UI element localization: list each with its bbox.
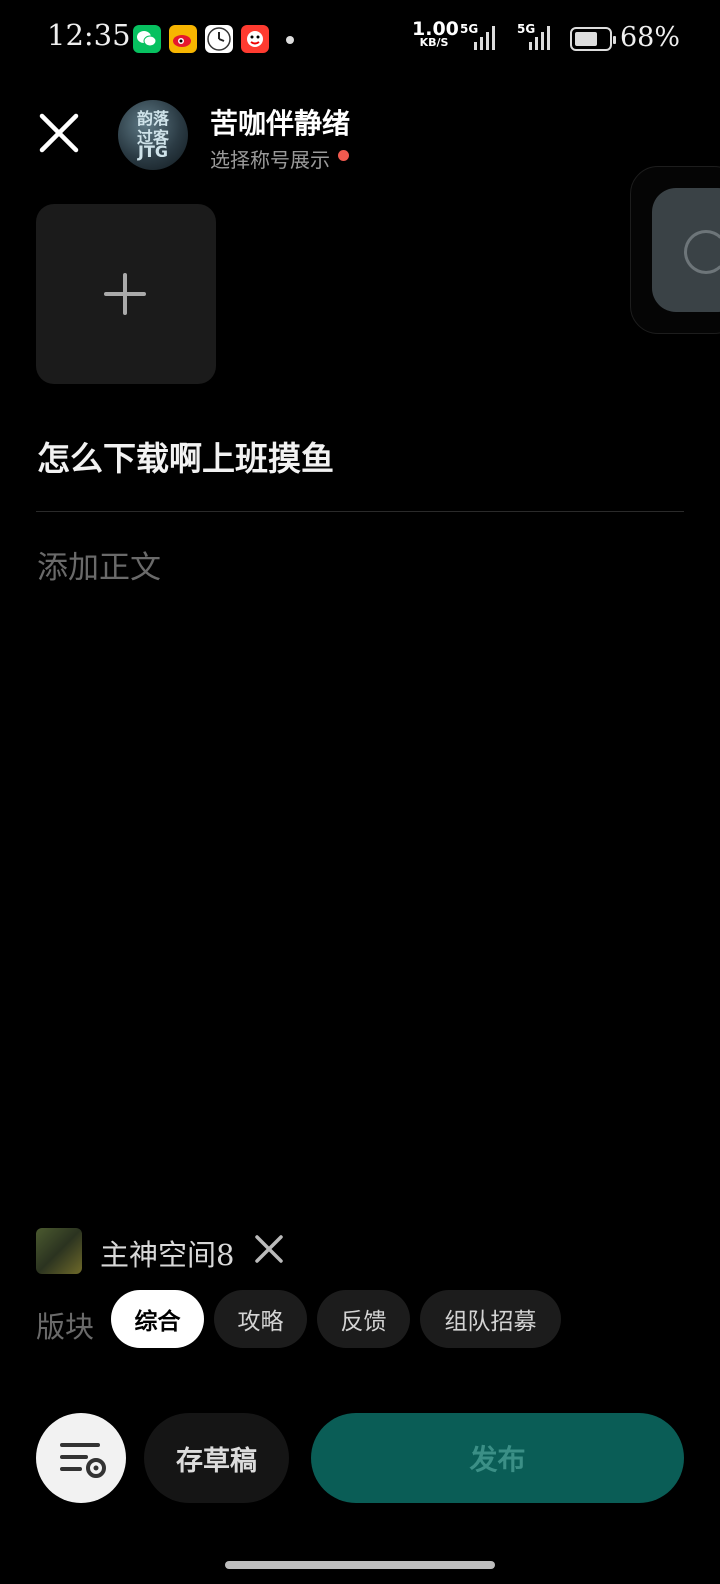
section-tab-feedback[interactable]: 反馈	[317, 1290, 410, 1348]
new-badge-dot	[338, 150, 349, 161]
signal-5g-icon: 5G	[515, 22, 553, 54]
post-title-input[interactable]: 怎么下载啊上班摸鱼	[37, 432, 334, 480]
remove-channel-button[interactable]	[254, 1234, 284, 1264]
section-tab-guides[interactable]: 攻略	[214, 1290, 307, 1348]
wechat-icon	[133, 25, 161, 53]
divider	[36, 511, 684, 512]
post-body-input[interactable]: 添加正文	[37, 542, 161, 587]
avatar[interactable]: 韵落 过客 JTG	[118, 100, 188, 170]
loading-ring-icon	[684, 230, 720, 274]
plus-icon	[123, 273, 127, 315]
net-speed: 1.00 KB/S	[412, 18, 459, 50]
choose-title-link[interactable]: 选择称号展示	[210, 144, 330, 173]
home-indicator[interactable]	[225, 1561, 495, 1569]
battery-icon	[570, 27, 616, 51]
close-icon	[255, 1235, 283, 1263]
username: 苦咖伴静绪	[210, 107, 351, 140]
status-time: 12:35	[47, 18, 131, 52]
publish-button[interactable]: 发布	[311, 1413, 684, 1503]
section-label: 版块	[36, 1310, 95, 1344]
close-button[interactable]	[38, 112, 80, 154]
battery-percent: 68%	[620, 22, 681, 53]
more-notifications-dot	[286, 36, 294, 44]
settings-list-icon	[60, 1443, 106, 1478]
section-tab-team-recruit[interactable]: 组队招募	[420, 1290, 561, 1348]
clock-app-icon	[205, 25, 233, 53]
channel-name[interactable]: 主神空间8	[100, 1232, 234, 1274]
section-tab-general[interactable]: 综合	[111, 1290, 204, 1348]
signal-5g-icon: 5G	[460, 22, 498, 54]
channel-icon	[36, 1228, 82, 1274]
weibo-icon	[169, 25, 197, 53]
game-app-icon	[241, 25, 269, 53]
save-draft-button[interactable]: 存草稿	[144, 1413, 289, 1503]
close-icon	[39, 113, 79, 153]
status-bar: 12:35 1.00 KB/S 5G 5G 68%	[0, 0, 720, 80]
post-settings-button[interactable]	[36, 1413, 126, 1503]
